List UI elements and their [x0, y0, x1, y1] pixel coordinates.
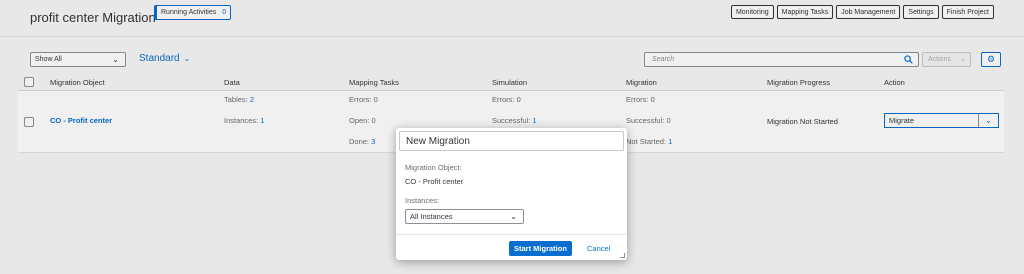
migration-object-label: Migration Object: [405, 163, 462, 172]
instances-label: Instances: [405, 196, 440, 205]
resize-handle-icon[interactable] [620, 253, 625, 258]
dialog-title: New Migration [399, 131, 624, 151]
cancel-button[interactable]: Cancel [587, 244, 610, 253]
dialog-footer: Start Migration Cancel [396, 234, 627, 260]
instances-select[interactable]: All Instances ⌄ [405, 209, 524, 224]
chevron-down-icon: ⌄ [510, 212, 517, 221]
migration-object-value: CO - Profit center [405, 177, 464, 186]
instances-select-value: All Instances [410, 212, 453, 221]
new-migration-dialog: New Migration Migration Object: CO - Pro… [396, 128, 627, 260]
start-migration-button[interactable]: Start Migration [509, 241, 572, 256]
